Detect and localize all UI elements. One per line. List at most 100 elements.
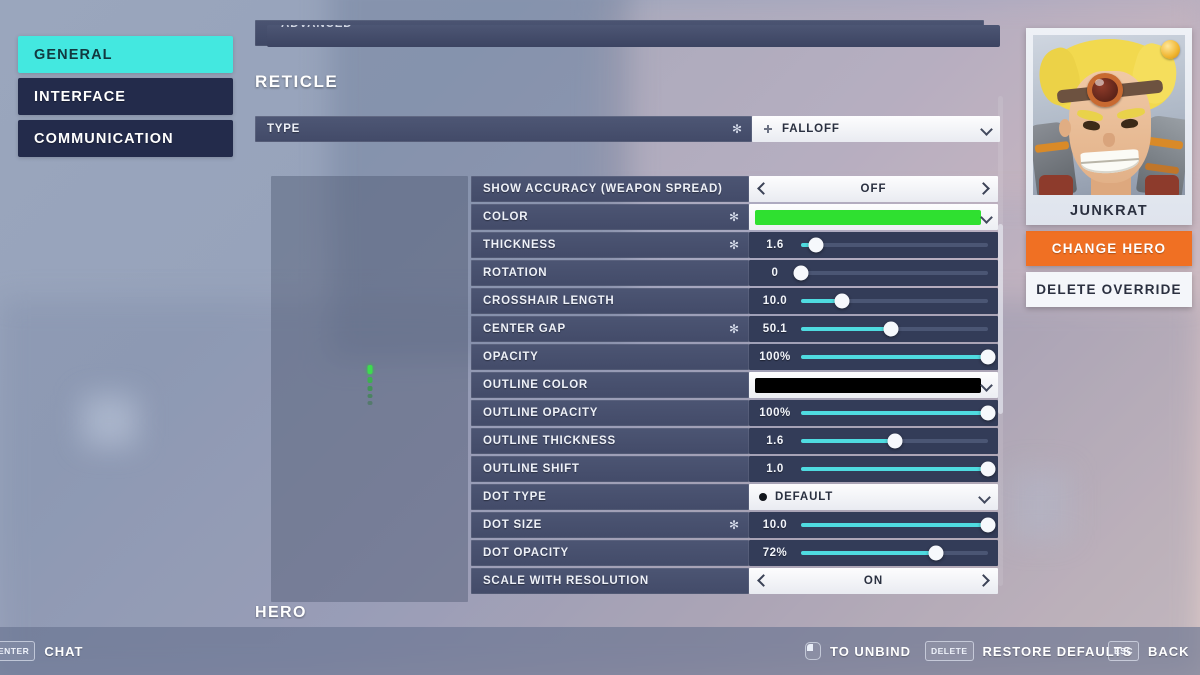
- slider-handle[interactable]: [928, 545, 944, 561]
- setting-row: DOT SIZE ✻ 10.0: [471, 512, 1000, 538]
- slider-track[interactable]: [801, 237, 988, 253]
- sidebar-item-communication[interactable]: COMMUNICATION: [18, 120, 233, 157]
- hint-restore-defaults[interactable]: DELETE RESTORE DEFAULTS: [925, 641, 1132, 661]
- hero-override-card: JUNKRAT CHANGE HERO DELETE OVERRIDE: [1026, 28, 1192, 307]
- hero-portrait-image: [1033, 35, 1185, 195]
- setting-row: OUTLINE OPACITY 100%: [471, 400, 1000, 426]
- advanced-options-list: SHOW ACCURACY (WEAPON SPREAD) OFF COLOR ✻ TH…: [471, 176, 1000, 596]
- slider-value: 10.0: [762, 295, 788, 307]
- setting-row-type: TYPE ✻ FALLOFF: [255, 116, 1000, 142]
- setting-row: SHOW ACCURACY (WEAPON SPREAD) OFF: [471, 176, 1000, 202]
- slider-value: 100%: [759, 351, 791, 363]
- slider-fill: [801, 467, 988, 471]
- chevron-right-icon[interactable]: [979, 576, 988, 585]
- hint-chat[interactable]: ENTER CHAT: [0, 641, 83, 661]
- dot-type-dropdown[interactable]: DEFAULT: [749, 484, 998, 510]
- setting-row: ROTATION 0: [471, 260, 1000, 286]
- slider[interactable]: 100%: [749, 400, 998, 426]
- slider-handle[interactable]: [980, 349, 996, 365]
- color-swatch[interactable]: [755, 377, 981, 393]
- slider[interactable]: 1.6: [749, 232, 998, 258]
- settings-category-nav: GENERAL INTERFACE COMMUNICATION: [18, 36, 233, 162]
- setting-row: SCALE WITH RESOLUTION ON: [471, 568, 1000, 594]
- slider-track[interactable]: [801, 293, 988, 309]
- setting-control: ON: [749, 568, 998, 594]
- slider-handle[interactable]: [834, 293, 850, 309]
- setting-label-text: THICKNESS: [483, 239, 557, 251]
- color-picker[interactable]: [749, 204, 998, 230]
- slider-handle[interactable]: [980, 405, 996, 421]
- type-dropdown[interactable]: FALLOFF: [752, 116, 1000, 142]
- slider-handle[interactable]: [793, 265, 809, 281]
- setting-label: CENTER GAP ✻: [471, 316, 749, 342]
- hint-back[interactable]: ESC BACK: [1108, 641, 1190, 661]
- slider[interactable]: 10.0: [749, 512, 998, 538]
- slider-handle[interactable]: [980, 517, 996, 533]
- slider-track[interactable]: [801, 405, 996, 421]
- selector-value: ON: [863, 575, 884, 587]
- setting-control: [749, 204, 998, 230]
- clipped-row-label: ADVANCED: [281, 25, 353, 30]
- slider-fill: [801, 551, 936, 555]
- crosshair-preview-pane: [271, 176, 468, 602]
- slider[interactable]: 1.0: [749, 456, 998, 482]
- setting-row: OUTLINE SHIFT 1.0: [471, 456, 1000, 482]
- color-picker[interactable]: [749, 372, 998, 398]
- delete-override-button[interactable]: DELETE OVERRIDE: [1026, 272, 1192, 307]
- settings-scrollbar[interactable]: [998, 96, 1003, 586]
- slider-handle[interactable]: [887, 433, 902, 449]
- slider-fill: [801, 411, 988, 415]
- crosshair-preview: [362, 365, 378, 411]
- setting-label: OUTLINE THICKNESS: [471, 428, 749, 454]
- slider[interactable]: 100%: [749, 344, 998, 370]
- slider-track[interactable]: [801, 461, 996, 477]
- slider[interactable]: 50.1: [749, 316, 998, 342]
- sidebar-item-interface[interactable]: INTERFACE: [18, 78, 233, 115]
- setting-label: CROSSHAIR LENGTH: [471, 288, 749, 314]
- arrow-selector[interactable]: ON: [749, 568, 998, 594]
- slider-track[interactable]: [801, 517, 996, 533]
- chevron-right-icon[interactable]: [979, 184, 988, 193]
- chevron-left-icon[interactable]: [759, 576, 768, 585]
- color-swatch[interactable]: [755, 209, 981, 225]
- chevron-left-icon[interactable]: [759, 184, 768, 193]
- setting-control: DEFAULT: [749, 484, 998, 510]
- slider[interactable]: 0: [749, 260, 998, 286]
- sidebar-item-general[interactable]: GENERAL: [18, 36, 233, 73]
- settings-scrollbar-thumb[interactable]: [998, 224, 1003, 414]
- setting-control: 1.0: [749, 456, 998, 482]
- clipped-row-above[interactable]: ADVANCED: [267, 25, 1000, 47]
- sidebar-item-label: INTERFACE: [34, 88, 127, 105]
- key-delete: DELETE: [925, 641, 974, 661]
- hint-unbind[interactable]: TO UNBIND: [805, 642, 911, 660]
- slider-track[interactable]: [801, 545, 988, 561]
- slider-track[interactable]: [801, 433, 988, 449]
- slider[interactable]: 72%: [749, 540, 998, 566]
- hint-unbind-label: TO UNBIND: [830, 643, 911, 659]
- crosshair-icon: [762, 123, 774, 135]
- setting-label-text: OUTLINE THICKNESS: [483, 435, 616, 447]
- slider[interactable]: 1.6: [749, 428, 998, 454]
- chevron-down-icon: [981, 212, 992, 223]
- slider[interactable]: 10.0: [749, 288, 998, 314]
- slider-track[interactable]: [801, 321, 988, 337]
- slider-handle[interactable]: [808, 237, 824, 253]
- arrow-selector[interactable]: OFF: [749, 176, 998, 202]
- change-hero-label: CHANGE HERO: [1051, 241, 1167, 256]
- next-section-title: HERO: [255, 604, 307, 619]
- setting-label: OUTLINE SHIFT: [471, 456, 749, 482]
- setting-label-text: DOT SIZE: [483, 519, 543, 531]
- setting-label-text: OUTLINE COLOR: [483, 379, 588, 391]
- slider-track[interactable]: [793, 265, 988, 281]
- slider-handle[interactable]: [980, 461, 996, 477]
- slider-track[interactable]: [801, 349, 996, 365]
- slider-value: 50.1: [762, 323, 788, 335]
- setting-control: 10.0: [749, 512, 998, 538]
- hint-back-label: BACK: [1147, 643, 1190, 659]
- chevron-down-icon: [981, 124, 992, 135]
- change-hero-button[interactable]: CHANGE HERO: [1026, 231, 1192, 266]
- rank-badge-icon: [1161, 40, 1180, 59]
- hint-chat-label: CHAT: [44, 643, 84, 659]
- sidebar-item-label: GENERAL: [34, 46, 113, 63]
- slider-handle[interactable]: [883, 321, 899, 337]
